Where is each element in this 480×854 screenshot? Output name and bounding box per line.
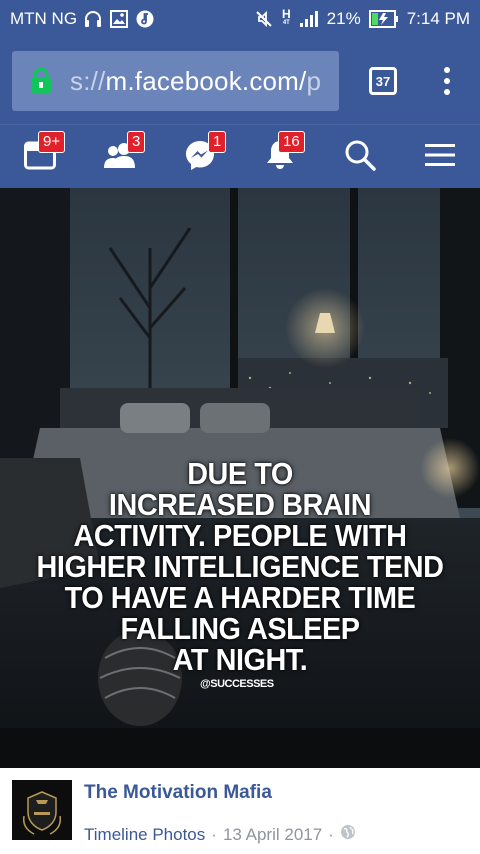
address-bar[interactable]: s://m.facebook.com/p — [12, 51, 339, 111]
notifications-badge: 16 — [278, 131, 305, 153]
battery-charging-icon — [368, 9, 399, 29]
quote-line: INCREASED BRAIN — [108, 487, 372, 522]
browser-menu-button[interactable] — [443, 67, 451, 95]
meta-separator: · — [328, 824, 334, 844]
mute-icon — [254, 9, 274, 29]
quote-line: FALLING ASLEEP — [120, 611, 360, 646]
album-link[interactable]: Timeline Photos — [84, 825, 205, 845]
search-icon — [344, 139, 376, 176]
post-photo[interactable]: DUE TO INCREASED BRAIN ACTIVITY. PEOPLE … — [0, 188, 480, 768]
url-host: m.facebook.com/ — [105, 65, 307, 96]
browser-toolbar: s://m.facebook.com/p 37 — [0, 38, 480, 124]
nav-messages[interactable]: 1 — [160, 125, 240, 189]
friend-requests-badge: 3 — [127, 131, 146, 153]
battery-percent: 21% — [326, 9, 361, 28]
dot-icon — [444, 67, 450, 73]
status-bar: MTN NG H 4T 21% 7:14 PM — [0, 0, 480, 38]
nav-feed[interactable]: 9+ — [0, 125, 80, 189]
quote-line: HIGHER INTELLIGENCE TEND — [36, 549, 444, 584]
headphones-icon — [83, 9, 103, 29]
tab-switcher-button[interactable]: 37 — [369, 67, 397, 95]
shield-crest-icon — [12, 780, 72, 840]
photo-watermark: @SUCCESSES — [200, 678, 274, 690]
quote-line: ACTIVITY. PEOPLE WITH — [73, 518, 407, 553]
quote-text: DUE TO INCREASED BRAIN ACTIVITY. PEOPLE … — [17, 458, 463, 675]
secure-lock-icon[interactable] — [30, 67, 52, 94]
network-type-icon: H 4T — [281, 7, 291, 26]
dot-icon — [444, 78, 450, 84]
music-icon — [135, 9, 155, 29]
page-name-link[interactable]: The Motivation Mafia — [84, 782, 272, 804]
dot-icon — [444, 89, 450, 95]
nav-notifications[interactable]: 16 — [240, 125, 320, 189]
url-scheme: s:// — [70, 65, 106, 96]
gallery-icon — [109, 9, 129, 29]
globe-icon — [340, 824, 356, 845]
carrier-label: MTN NG — [10, 9, 78, 28]
nav-friend-requests[interactable]: 3 — [80, 125, 160, 189]
post-header: The Motivation Mafia Timeline Photos · 1… — [0, 768, 480, 854]
nav-search[interactable] — [320, 125, 400, 189]
quote-line: DUE TO — [187, 456, 293, 491]
url-tail: p — [306, 65, 322, 96]
signal-icon — [299, 10, 319, 28]
messages-badge: 1 — [208, 131, 227, 153]
quote-line: AT NIGHT. — [172, 642, 308, 677]
feed-badge: 9+ — [38, 131, 66, 153]
post-date[interactable]: 13 April 2017 — [223, 825, 322, 845]
url-text[interactable]: s://m.facebook.com/p — [70, 66, 321, 97]
hamburger-menu-icon — [425, 143, 455, 172]
clock: 7:14 PM — [406, 9, 470, 28]
facebook-nav-bar: 9+ 3 1 16 — [0, 124, 480, 188]
meta-separator: · — [211, 824, 217, 844]
page-avatar[interactable] — [12, 780, 72, 840]
nav-menu[interactable] — [400, 125, 480, 189]
quote-line: TO HAVE A HARDER TIME — [64, 580, 416, 615]
post-meta: Timeline Photos · 13 April 2017 · — [84, 824, 356, 845]
